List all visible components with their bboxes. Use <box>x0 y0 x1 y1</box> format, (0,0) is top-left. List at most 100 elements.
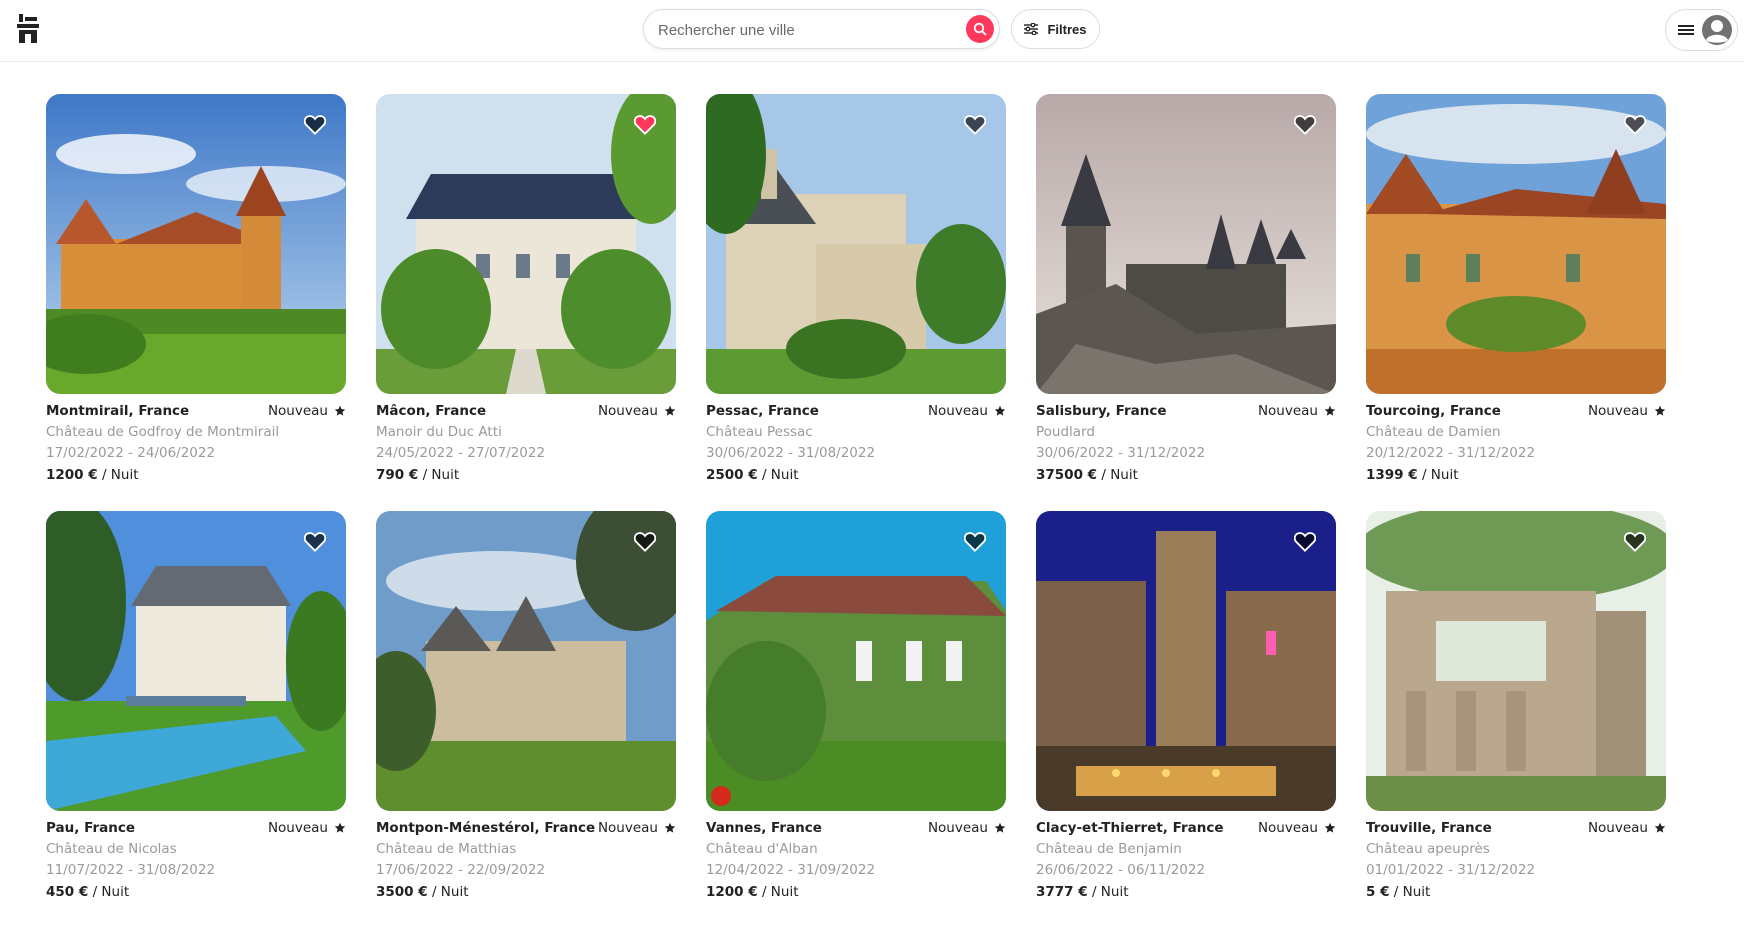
price-unit: / Nuit <box>761 467 799 483</box>
badge-label: Nouveau <box>1257 820 1318 836</box>
price-amount: 1200 € <box>46 467 98 483</box>
badge-label: Nouveau <box>597 403 658 419</box>
listing-photo[interactable] <box>706 511 1006 811</box>
listing-price: 1200 € / Nuit <box>46 467 346 483</box>
new-badge: Nouveau <box>598 403 676 419</box>
listing-card[interactable]: Montpon-Ménestérol, France Nouveau Châte… <box>376 511 676 900</box>
listing-price: 3500 € / Nuit <box>376 884 676 900</box>
listing-card[interactable]: Pessac, France Nouveau Château Pessac 30… <box>706 94 1006 483</box>
listing-card[interactable]: Montmirail, France Nouveau Château de Go… <box>46 94 346 483</box>
hamburger-icon <box>1678 25 1694 35</box>
badge-label: Nouveau <box>597 820 658 836</box>
star-icon <box>1324 405 1336 416</box>
listing-dates: 12/04/2022 - 31/09/2022 <box>706 862 876 878</box>
listing-card[interactable]: Salisbury, France Nouveau Poudlard 30/06… <box>1036 94 1336 483</box>
listing-location: Trouville, France <box>1366 820 1492 836</box>
badge-label: Nouveau <box>927 820 988 836</box>
price-amount: 5 € <box>1366 884 1390 900</box>
heart-icon[interactable] <box>1294 531 1316 552</box>
star-icon <box>664 405 676 416</box>
heart-icon[interactable] <box>1294 114 1316 135</box>
price-amount: 2500 € <box>706 467 758 483</box>
listing-dates: 17/02/2022 - 24/06/2022 <box>46 445 216 461</box>
star-icon <box>1324 822 1336 833</box>
heart-icon[interactable] <box>964 114 986 135</box>
listing-photo[interactable] <box>706 94 1006 394</box>
new-badge: Nouveau <box>598 820 676 836</box>
price-unit: / Nuit <box>1421 467 1459 483</box>
heart-icon[interactable] <box>304 114 326 135</box>
search-input[interactable] <box>656 18 950 42</box>
listing-card[interactable]: Tourcoing, France Nouveau Château de Dam… <box>1366 94 1666 483</box>
avatar-icon <box>1702 15 1732 45</box>
listing-location: Mâcon, France <box>376 403 487 419</box>
star-icon <box>334 822 346 833</box>
heart-icon[interactable] <box>634 531 656 552</box>
listing-name: Château apeuprès <box>1366 841 1490 857</box>
new-badge: Nouveau <box>268 820 346 836</box>
listing-price: 1399 € / Nuit <box>1366 467 1666 483</box>
listing-card[interactable]: Pau, France Nouveau Château de Nicolas 1… <box>46 511 346 900</box>
listing-price: 790 € / Nuit <box>376 467 676 483</box>
badge-label: Nouveau <box>927 403 988 419</box>
star-icon <box>1654 822 1666 833</box>
search-button[interactable] <box>966 15 994 43</box>
listing-location: Pessac, France <box>706 403 819 419</box>
listing-card[interactable]: Clacy-et-Thierret, France Nouveau Châtea… <box>1036 511 1336 900</box>
price-unit: / Nuit <box>101 467 139 483</box>
new-badge: Nouveau <box>268 403 346 419</box>
listing-dates: 01/01/2022 - 31/12/2022 <box>1366 862 1536 878</box>
star-icon <box>334 405 346 416</box>
listing-name: Château de Matthias <box>376 841 517 857</box>
listing-location: Vannes, France <box>706 820 822 836</box>
listing-name: Château de Godfroy de Montmirail <box>46 424 280 440</box>
badge-label: Nouveau <box>1587 820 1648 836</box>
listing-photo[interactable] <box>1036 511 1336 811</box>
price-amount: 3777 € <box>1036 884 1088 900</box>
listing-photo[interactable] <box>1366 94 1666 394</box>
listing-card[interactable]: Mâcon, France Nouveau Manoir du Duc Atti… <box>376 94 676 483</box>
listing-name: Poudlard <box>1036 424 1095 440</box>
heart-icon[interactable] <box>634 114 656 135</box>
search-bar <box>643 9 1000 49</box>
logo-icon[interactable] <box>16 14 40 44</box>
listing-price: 37500 € / Nuit <box>1036 467 1336 483</box>
listing-location: Tourcoing, France <box>1366 403 1501 419</box>
heart-icon[interactable] <box>1624 531 1646 552</box>
heart-icon[interactable] <box>964 531 986 552</box>
listing-name: Château de Nicolas <box>46 841 177 857</box>
price-unit: / Nuit <box>422 467 460 483</box>
listing-card[interactable]: Trouville, France Nouveau Château apeupr… <box>1366 511 1666 900</box>
new-badge: Nouveau <box>928 820 1006 836</box>
heart-icon[interactable] <box>304 531 326 552</box>
search-icon <box>973 22 987 36</box>
user-menu-button[interactable] <box>1665 9 1738 51</box>
filters-button[interactable]: Filtres <box>1011 9 1100 49</box>
listing-photo[interactable] <box>376 94 676 394</box>
listing-price: 2500 € / Nuit <box>706 467 1006 483</box>
listing-dates: 30/06/2022 - 31/08/2022 <box>706 445 876 461</box>
sliders-icon <box>1024 23 1039 35</box>
listing-dates: 26/06/2022 - 06/11/2022 <box>1036 862 1206 878</box>
listing-location: Clacy-et-Thierret, France <box>1036 820 1224 836</box>
price-unit: / Nuit <box>761 884 799 900</box>
listing-location: Montpon-Ménestérol, France <box>376 820 596 836</box>
price-amount: 1200 € <box>706 884 758 900</box>
price-amount: 450 € <box>46 884 89 900</box>
star-icon <box>1654 405 1666 416</box>
star-icon <box>664 822 676 833</box>
listing-photo[interactable] <box>1366 511 1666 811</box>
listing-photo[interactable] <box>46 94 346 394</box>
heart-icon[interactable] <box>1624 114 1646 135</box>
top-navbar: Filtres <box>0 0 1744 62</box>
listing-photo[interactable] <box>46 511 346 811</box>
listing-card[interactable]: Vannes, France Nouveau Château d'Alban 1… <box>706 511 1006 900</box>
price-unit: / Nuit <box>1393 884 1431 900</box>
listing-photo[interactable] <box>376 511 676 811</box>
star-icon <box>994 822 1006 833</box>
listing-photo[interactable] <box>1036 94 1336 394</box>
listing-name: Manoir du Duc Atti <box>376 424 502 440</box>
star-icon <box>994 405 1006 416</box>
listing-name: Château Pessac <box>706 424 813 440</box>
price-amount: 1399 € <box>1366 467 1418 483</box>
